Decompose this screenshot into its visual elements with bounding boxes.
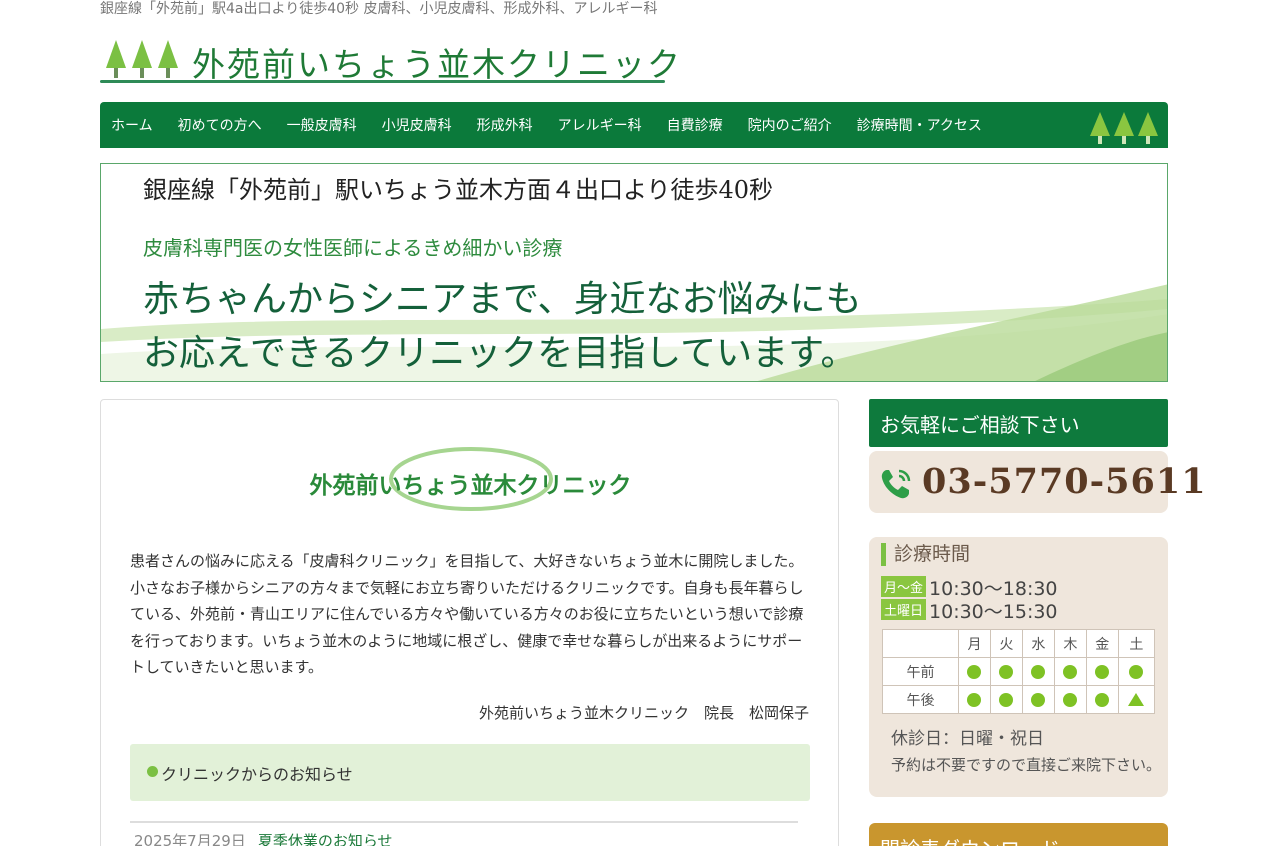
nav-item-first-visit[interactable]: 初めての方へ (178, 115, 262, 135)
content-title-text: 外苑前いちょう並木クリニック (309, 473, 632, 499)
day-wed: 水 (1021, 629, 1055, 658)
am-label: 午前 (882, 657, 959, 686)
saturday-hours: 土曜日 10:30〜15:30 (881, 597, 1058, 624)
phone-box[interactable]: 03-5770-5611 (869, 451, 1206, 513)
header-tagline: 銀座線「外苑前」駅4a出口より徒歩40秒 皮膚科、小児皮膚科、形成外科、アレルギ… (100, 1, 658, 17)
saturday-time: 10:30〜15:30 (929, 601, 1058, 623)
intro-text: 患者さんの悩みに応える「皮膚科クリニック」を目指して、大好きないちょう並木に開院… (130, 552, 804, 676)
hours-row-pm: 午後 (882, 685, 1156, 714)
nav-item-allergy[interactable]: アレルギー科 (558, 115, 642, 135)
open-circle-icon (967, 664, 982, 679)
no-reservation-note: 予約は不要ですので直接ご来院下さい。 (891, 756, 1162, 774)
open-circle-icon (999, 692, 1014, 707)
bullet-dot-icon (147, 766, 158, 777)
hours-box: 診療時間 月〜金 10:30〜18:30 土曜日 10:30〜15:30 月 火 水… (869, 537, 1168, 797)
news-heading-box: クリニックからのお知らせ (130, 744, 810, 801)
open-circle-icon (967, 692, 982, 707)
hero-banner: 銀座線「外苑前」駅いちょう並木方面４出口より徒歩40秒 皮膚科専門医の女性医師に… (100, 163, 1168, 382)
open-circle-icon (1031, 664, 1046, 679)
hours-table-corner (882, 629, 959, 658)
news-link[interactable]: 夏季休業のお知らせ (258, 832, 393, 846)
nav-item-hours-access[interactable]: 診療時間・アクセス (857, 115, 982, 135)
nav-item-self-pay[interactable]: 自費診療 (667, 115, 723, 135)
saturday-tag: 土曜日 (881, 599, 927, 620)
pm-label: 午後 (882, 685, 959, 714)
news-date: 2025年7月29日 (134, 832, 246, 846)
day-tue: 火 (989, 629, 1023, 658)
open-circle-icon (999, 664, 1014, 679)
nav-trees-icon (1090, 112, 1158, 144)
nav-item-plastic-surgery[interactable]: 形成外科 (477, 115, 533, 135)
download-heading[interactable]: 問診表ダウンロード (869, 823, 1168, 846)
main-nav: ホーム 初めての方へ 一般皮膚科 小児皮膚科 形成外科 アレルギー科 自費診療 … (100, 102, 1168, 148)
hero-subheading: 皮膚科専門医の女性医師によるきめ細かい診療 (143, 236, 563, 260)
content-title: 外苑前いちょう並木クリニック (101, 446, 840, 516)
open-circle-icon (1095, 692, 1110, 707)
director-signature: 外苑前いちょう並木クリニック 院長 松岡保子 (478, 704, 809, 722)
hero-access-line: 銀座線「外苑前」駅いちょう並木方面４出口より徒歩40秒 (143, 176, 774, 204)
news-item: 2025年7月29日 夏季休業のお知らせ (134, 830, 393, 846)
closed-days: 休診日：日曜・祝日 (891, 729, 1044, 749)
news-heading: クリニックからのお知らせ (161, 765, 353, 784)
open-circle-icon (1095, 664, 1110, 679)
nav-item-clinic-intro[interactable]: 院内のご紹介 (748, 115, 832, 135)
open-circle-icon (1063, 664, 1078, 679)
partial-triangle-icon (1128, 693, 1145, 706)
open-circle-icon (1129, 664, 1144, 679)
weekday-tag: 月〜金 (881, 576, 927, 597)
hours-title: 診療時間 (881, 543, 970, 566)
main-content: 外苑前いちょう並木クリニック 患者さんの悩みに応える「皮膚科クリニック」を目指し… (100, 399, 839, 846)
nav-item-pediatric-dermatology[interactable]: 小児皮膚科 (382, 115, 452, 135)
nav-item-general-dermatology[interactable]: 一般皮膚科 (287, 115, 357, 135)
hours-table-header: 月 火 水 木 金 土 (882, 629, 1156, 658)
ginkgo-trees-icon (106, 40, 178, 78)
open-circle-icon (1063, 692, 1078, 707)
nav-item-home[interactable]: ホーム (111, 115, 153, 135)
open-circle-icon (1031, 692, 1046, 707)
day-sat: 土 (1117, 629, 1156, 658)
day-mon: 月 (958, 629, 991, 658)
consult-heading: お気軽にご相談下さい (869, 399, 1168, 447)
logo-underline (100, 80, 665, 83)
clinic-logo[interactable]: 外苑前いちょう並木クリニック (100, 34, 680, 88)
hero-headline-2: お応えできるクリニックを目指しています。 (143, 333, 857, 374)
day-fri: 金 (1085, 629, 1119, 658)
phone-icon (881, 469, 911, 499)
news-divider (130, 821, 798, 823)
day-thu: 木 (1053, 629, 1087, 658)
logo-text: 外苑前いちょう並木クリニック (192, 45, 682, 84)
hours-row-am: 午前 (882, 657, 1156, 686)
hours-table: 月 火 水 木 金 土 午前 午後 (882, 629, 1156, 714)
phone-number: 03-5770-5611 (922, 461, 1207, 502)
hero-headline-1: 赤ちゃんからシニアまで、身近なお悩みにも (143, 279, 862, 320)
